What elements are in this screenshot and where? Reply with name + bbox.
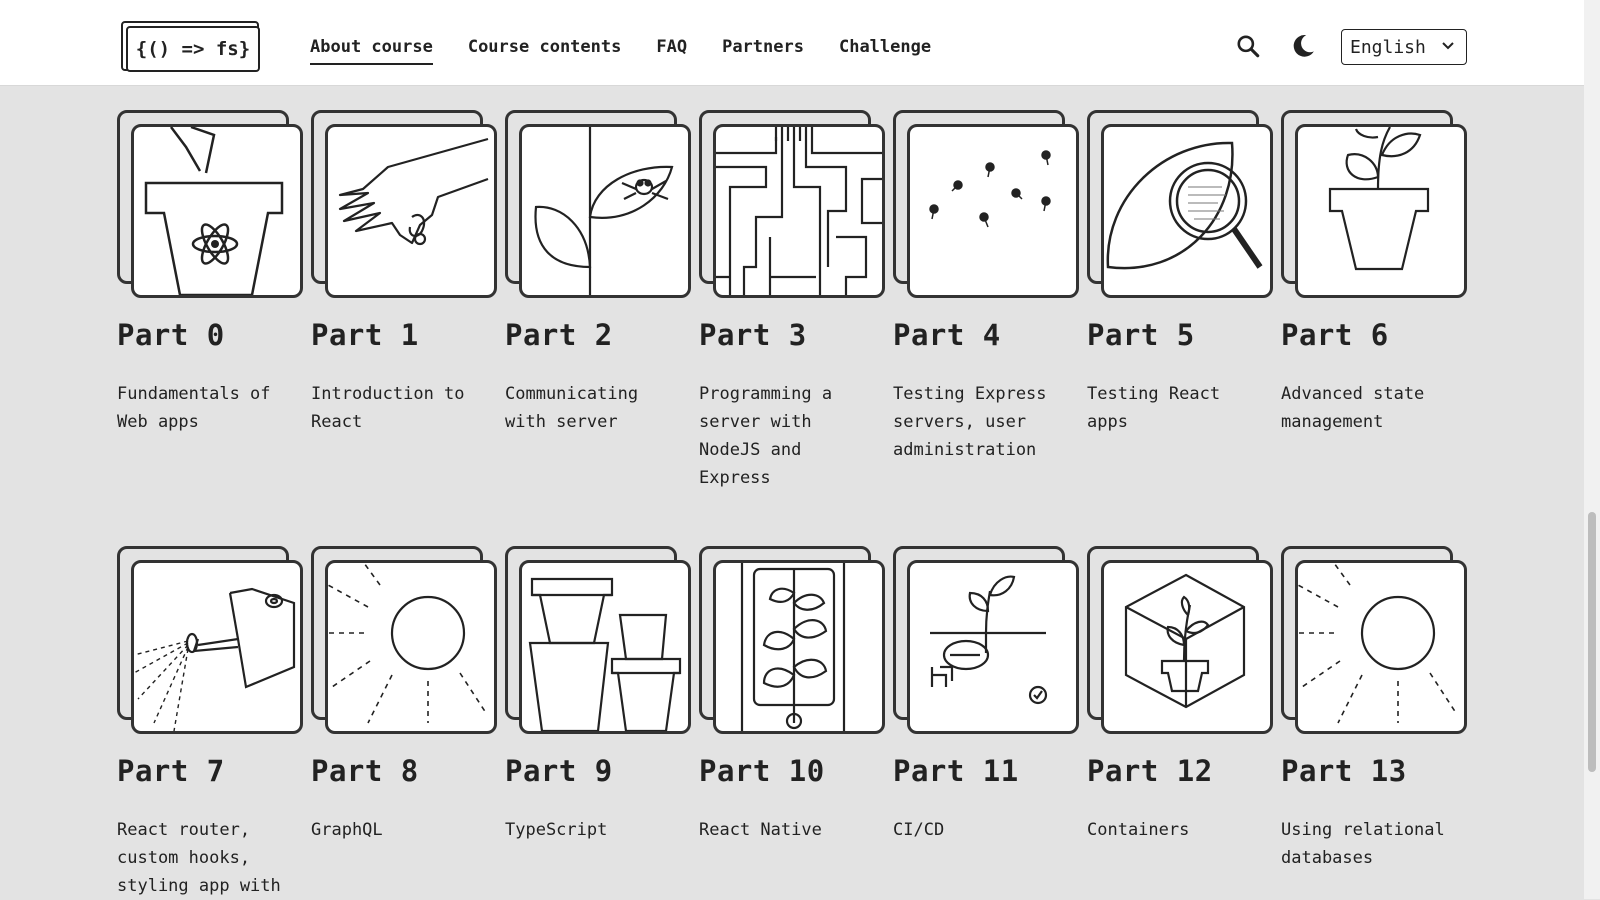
part-card-11[interactable]: Part 11 CI/CD (893, 546, 1079, 840)
leaf-bug-icon (534, 127, 674, 295)
part-title: Part 2 (505, 318, 613, 352)
part-description: Advanced state management (1281, 384, 1425, 432)
hand-seed-icon (338, 137, 489, 246)
part-thumbnail (699, 546, 885, 736)
logo-text: {() => fs} (126, 26, 260, 72)
part-thumbnail (311, 110, 497, 300)
part-thumbnail (893, 546, 1079, 736)
part-title: Part 11 (893, 754, 1019, 788)
sun-icon (1298, 563, 1457, 724)
part-title: Part 8 (311, 754, 419, 788)
scrollbar-thumb[interactable] (1588, 512, 1596, 772)
part-description: Using relational databases (1281, 820, 1445, 868)
part-thumbnail (505, 546, 691, 736)
language-value: English (1350, 36, 1426, 58)
part-description: Fundamentals of Web apps (117, 384, 271, 432)
stacked-pots-icon (528, 577, 682, 731)
moon-icon[interactable] (1290, 33, 1316, 59)
potted-plant-icon (1328, 127, 1430, 271)
part-description: Programming a server with NodeJS and Exp… (699, 384, 833, 488)
part-title: Part 7 (117, 754, 225, 788)
part-description: React router, custom hooks, styling app … (117, 820, 281, 896)
part-title: Part 0 (117, 318, 225, 352)
watering-can-icon (134, 587, 296, 731)
language-select[interactable]: English (1341, 29, 1467, 65)
part-description: Communicating with server (505, 384, 639, 432)
part-card-8[interactable]: Part 8 GraphQL (311, 546, 497, 840)
part-card-7[interactable]: Part 7 React router, custom hooks, styli… (117, 546, 303, 896)
part-title: Part 3 (699, 318, 807, 352)
part-description: React Native (699, 820, 822, 840)
part-thumbnail (1087, 110, 1273, 300)
part-thumbnail (117, 110, 303, 300)
part-title: Part 12 (1087, 754, 1213, 788)
part-description: TypeScript (505, 820, 608, 840)
search-icon[interactable] (1235, 33, 1261, 59)
part-thumbnail (505, 110, 691, 300)
part-description: Introduction to React (311, 384, 465, 432)
part-description: Testing Express servers, user administra… (893, 384, 1047, 460)
part-title: Part 4 (893, 318, 1001, 352)
seeds-icon (929, 150, 1051, 228)
part-card-3[interactable]: Part 3 Programming a server with NodeJS … (699, 110, 885, 488)
nav-challenge[interactable]: Challenge (839, 37, 931, 65)
part-card-6[interactable]: Part 6 Advanced state management (1281, 110, 1467, 432)
part-thumbnail (117, 546, 303, 736)
chevron-down-icon (1442, 42, 1454, 50)
flowerpot-react-icon (144, 127, 284, 295)
part-description: Containers (1087, 820, 1190, 840)
part-card-2[interactable]: Part 2 Communicating with server (505, 110, 691, 432)
part-title: Part 9 (505, 754, 613, 788)
part-card-1[interactable]: Part 1 Introduction to React (311, 110, 497, 432)
sun-icon (328, 563, 487, 724)
part-thumbnail (1087, 546, 1273, 736)
sprout-pipeline-icon (930, 575, 1048, 705)
container-plant-icon (1124, 573, 1246, 709)
part-card-13[interactable]: Part 13 Using relational databases (1281, 546, 1467, 868)
part-card-10[interactable]: Part 10 React Native (699, 546, 885, 840)
part-description: Testing React apps (1087, 384, 1221, 432)
site-header: {() => fs} About course Course contents … (0, 0, 1584, 86)
circuit-maze-icon (716, 127, 882, 295)
part-card-9[interactable]: Part 9 TypeScript (505, 546, 691, 840)
phone-vine-icon (740, 563, 846, 731)
nav-partners[interactable]: Partners (722, 37, 804, 65)
part-title: Part 5 (1087, 318, 1195, 352)
part-card-12[interactable]: Part 12 Containers (1087, 546, 1273, 840)
nav-about-course[interactable]: About course (310, 37, 433, 65)
part-description: CI/CD (893, 820, 945, 840)
part-thumbnail (1281, 546, 1467, 736)
part-title: Part 13 (1281, 754, 1407, 788)
part-thumbnail (893, 110, 1079, 300)
leaf-magnifier-icon (1106, 141, 1263, 270)
nav-faq[interactable]: FAQ (656, 37, 687, 65)
part-thumbnail (699, 110, 885, 300)
part-card-5[interactable]: Part 5 Testing React apps (1087, 110, 1273, 432)
page-scrollbar[interactable] (1584, 0, 1600, 899)
part-thumbnail (1281, 110, 1467, 300)
part-title: Part 1 (311, 318, 419, 352)
part-description: GraphQL (311, 820, 383, 840)
part-thumbnail (311, 546, 497, 736)
part-title: Part 6 (1281, 318, 1389, 352)
logo[interactable]: {() => fs} (121, 21, 261, 73)
part-title: Part 10 (699, 754, 825, 788)
part-card-0[interactable]: Part 0 Fundamentals of Web apps (117, 110, 303, 432)
main-nav: About course Course contents FAQ Partner… (310, 37, 931, 65)
part-card-4[interactable]: Part 4 Testing Express servers, user adm… (893, 110, 1079, 460)
nav-course-contents[interactable]: Course contents (468, 37, 622, 65)
